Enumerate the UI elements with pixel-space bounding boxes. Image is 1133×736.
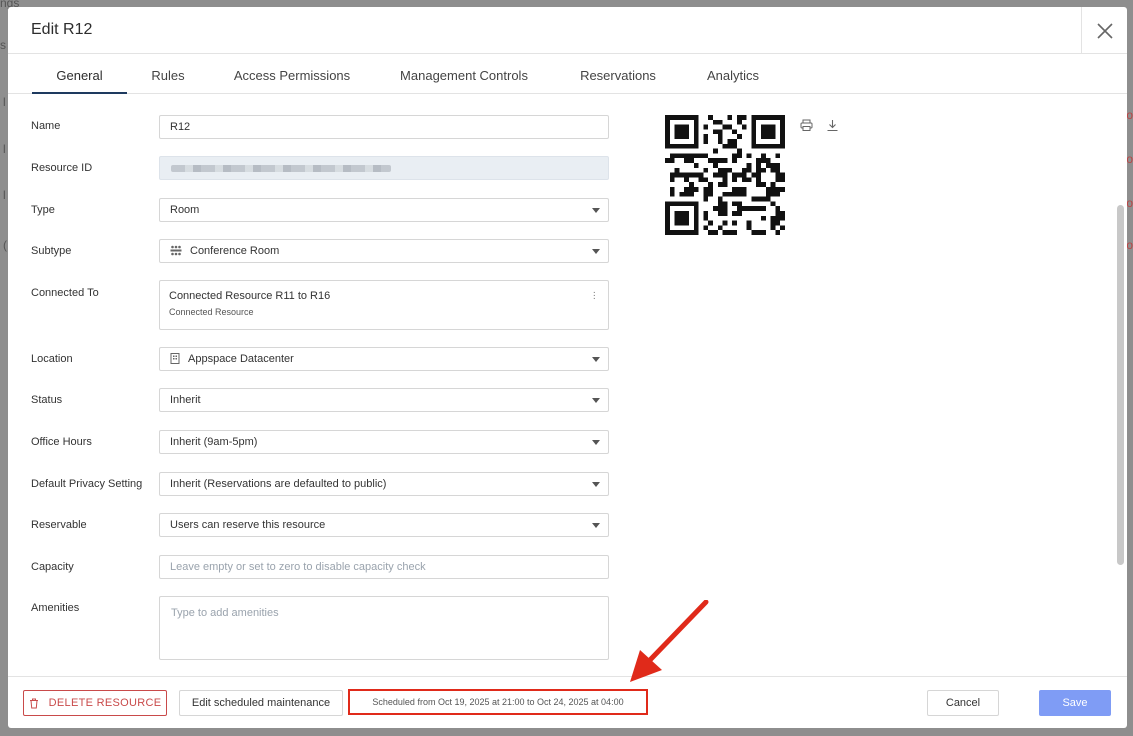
capacity-label: Capacity	[31, 561, 74, 573]
subtype-value: Conference Room	[190, 245, 280, 257]
amenities-label: Amenities	[31, 602, 80, 614]
status-label: Status	[31, 394, 63, 406]
capacity-input[interactable]: Leave empty or set to zero to disable ca…	[159, 555, 609, 579]
office-hours-select[interactable]: Inherit (9am-5pm)	[159, 430, 609, 454]
location-select[interactable]: Appspace Datacenter	[159, 347, 609, 371]
chevron-down-icon	[592, 398, 600, 403]
background-fragment: l	[3, 188, 6, 202]
dialog-title: Edit R12	[31, 21, 93, 38]
download-icon[interactable]	[826, 119, 839, 132]
type-select[interactable]: Room	[159, 198, 609, 222]
background-fragment: (	[3, 238, 7, 252]
chevron-down-icon	[592, 208, 600, 213]
office-hours-value: Inherit (9am-5pm)	[170, 436, 258, 448]
conference-room-icon	[170, 245, 182, 255]
delete-resource-button[interactable]: DELETE RESOURCE	[23, 690, 167, 716]
type-label: Type	[31, 204, 55, 216]
tab-reservations[interactable]: Reservations	[572, 54, 664, 94]
background-fragment: o	[1126, 196, 1133, 210]
annotation-arrow-icon	[630, 600, 709, 682]
general-form: Name R12 Resource ID Type Room Subtype C…	[8, 95, 1127, 675]
chevron-down-icon	[592, 523, 600, 528]
more-options-icon[interactable]: · · ·	[593, 288, 596, 304]
status-select[interactable]: Inherit	[159, 388, 609, 412]
cancel-button[interactable]: Cancel	[927, 690, 999, 716]
building-icon	[170, 352, 180, 364]
location-value: Appspace Datacenter	[188, 353, 294, 365]
close-icon	[1096, 22, 1113, 39]
background-fragment: o	[1126, 238, 1133, 252]
dialog-footer: DELETE RESOURCE Edit scheduled maintenan…	[8, 676, 1127, 728]
tab-rules[interactable]: Rules	[145, 54, 191, 94]
print-icon[interactable]	[800, 119, 813, 132]
tab-general[interactable]: General	[32, 54, 127, 94]
background-fragment: s	[0, 38, 6, 52]
tab-management-controls[interactable]: Management Controls	[391, 54, 537, 94]
subtype-label: Subtype	[31, 245, 72, 257]
name-value: R12	[170, 121, 191, 133]
background-fragment: o	[1126, 108, 1133, 122]
connected-resource-subtitle: Connected Resource	[169, 307, 254, 317]
save-button[interactable]: Save	[1039, 690, 1111, 716]
capacity-placeholder: Leave empty or set to zero to disable ca…	[170, 561, 426, 573]
connected-resource-card[interactable]: Connected Resource R11 to R16 Connected …	[159, 280, 609, 330]
chevron-down-icon	[592, 482, 600, 487]
tab-analytics[interactable]: Analytics	[698, 54, 768, 94]
connected-resource-title: Connected Resource R11 to R16	[169, 290, 331, 302]
tab-bar: General Rules Access Permissions Managem…	[8, 54, 1127, 94]
name-label: Name	[31, 120, 61, 132]
amenities-placeholder: Type to add amenities	[171, 607, 279, 619]
subtype-select[interactable]: Conference Room	[159, 239, 609, 263]
chevron-down-icon	[592, 440, 600, 445]
location-label: Location	[31, 353, 73, 365]
resource-id-field	[159, 156, 609, 180]
privacy-select[interactable]: Inherit (Reservations are defaulted to p…	[159, 472, 609, 496]
type-value: Room	[170, 204, 200, 216]
scrollbar[interactable]	[1117, 205, 1124, 565]
privacy-value: Inherit (Reservations are defaulted to p…	[170, 478, 387, 490]
background-fragment: l	[3, 142, 6, 156]
redacted-resource-id	[171, 165, 391, 172]
chevron-down-icon	[592, 357, 600, 362]
delete-resource-label: DELETE RESOURCE	[48, 697, 162, 709]
chevron-down-icon	[592, 249, 600, 254]
tab-access-permissions[interactable]: Access Permissions	[227, 54, 357, 94]
trash-icon	[29, 698, 38, 708]
reservable-label: Reservable	[31, 519, 87, 531]
amenities-input[interactable]: Type to add amenities	[159, 596, 609, 660]
office-hours-label: Office Hours	[31, 436, 92, 448]
scheduled-maintenance-status: Scheduled from Oct 19, 2025 at 21:00 to …	[348, 689, 648, 715]
qr-code-image	[665, 115, 785, 235]
status-value: Inherit	[170, 394, 201, 406]
edit-resource-dialog: Edit R12 General Rules Access Permission…	[8, 7, 1127, 728]
resource-id-label: Resource ID	[31, 162, 93, 174]
privacy-label: Default Privacy Setting	[31, 478, 143, 490]
name-input[interactable]: R12	[159, 115, 609, 139]
background-fragment: l	[3, 95, 6, 109]
edit-scheduled-maintenance-button[interactable]: Edit scheduled maintenance	[179, 690, 343, 716]
close-button[interactable]	[1081, 7, 1127, 54]
background-fragment: o	[1126, 152, 1133, 166]
reservable-select[interactable]: Users can reserve this resource	[159, 513, 609, 537]
connected-to-label: Connected To	[31, 287, 99, 299]
dialog-header: Edit R12	[8, 7, 1127, 54]
reservable-value: Users can reserve this resource	[170, 519, 326, 531]
